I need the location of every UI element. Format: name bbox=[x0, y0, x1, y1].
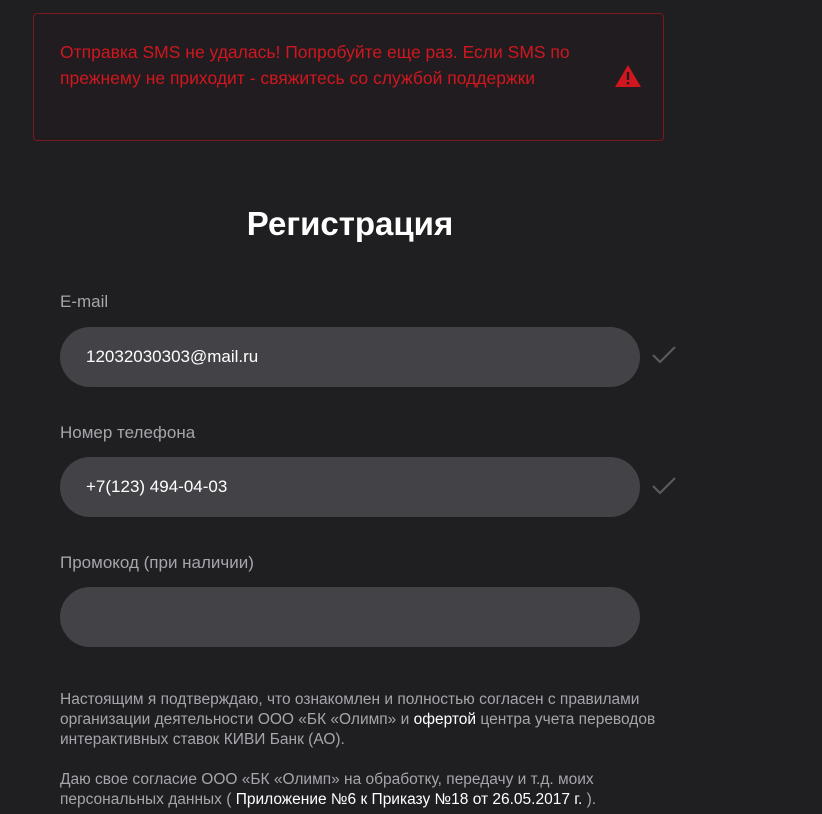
page-title: Регистрация bbox=[246, 205, 454, 242]
consent-text-part2: ). bbox=[582, 791, 597, 808]
promo-label: Промокод (при наличии) bbox=[60, 553, 254, 572]
sms-error-alert: Отправка SMS не удалась! Попробуйте еще … bbox=[33, 13, 664, 141]
terms-agreement-text: Настоящим я подтверждаю, что ознакомлен … bbox=[60, 690, 660, 750]
warning-icon bbox=[615, 65, 641, 87]
email-checkmark-icon bbox=[652, 346, 676, 364]
phone-field[interactable] bbox=[60, 457, 640, 517]
promo-code-field[interactable] bbox=[60, 587, 640, 647]
appendix-link[interactable]: Приложение №6 к Приказу №18 от 26.05.201… bbox=[236, 791, 583, 808]
phone-checkmark-icon bbox=[652, 477, 676, 495]
registration-page: Отправка SMS не удалась! Попробуйте еще … bbox=[0, 0, 822, 814]
offer-link[interactable]: офертой bbox=[414, 711, 476, 728]
email-field[interactable] bbox=[60, 327, 640, 387]
alert-message: Отправка SMS не удалась! Попробуйте еще … bbox=[60, 42, 570, 88]
personal-data-consent-text: Даю свое согласие ООО «БК «Олимп» на обр… bbox=[60, 770, 660, 810]
email-label: E-mail bbox=[60, 292, 109, 311]
phone-label: Номер телефона bbox=[60, 423, 196, 442]
